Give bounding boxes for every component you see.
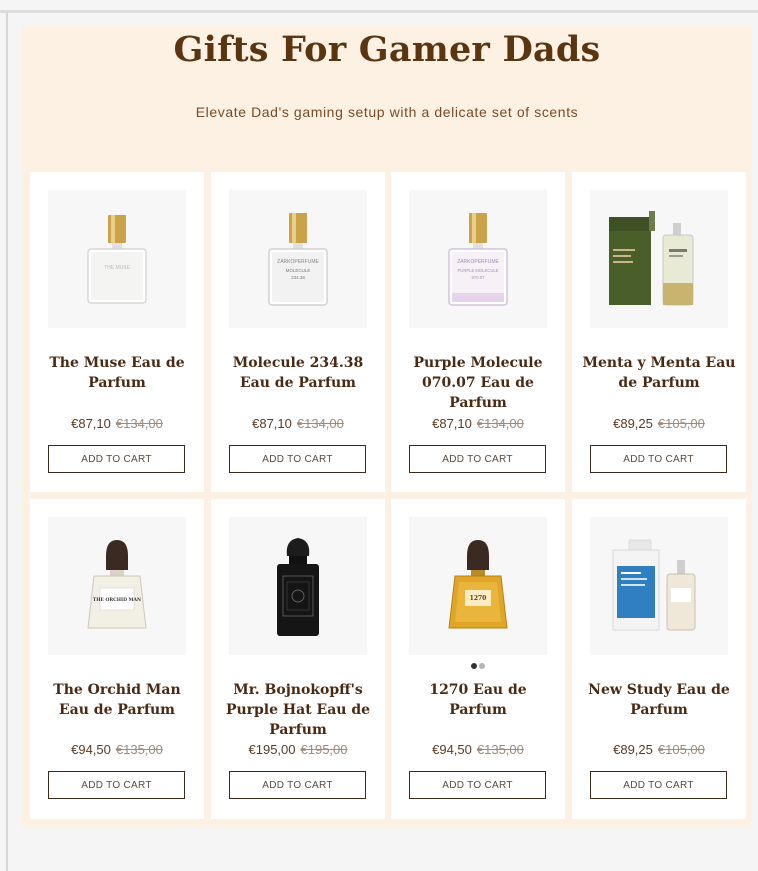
add-to-cart-button[interactable]: ADD TO CART xyxy=(409,771,546,799)
sale-price: €87,10 xyxy=(252,416,292,431)
price-row: €94,50 €135,00 xyxy=(391,742,565,757)
price-row: €89,25 €105,00 xyxy=(572,742,746,757)
original-price: €134,00 xyxy=(296,416,344,431)
green-box-and-bottle-icon xyxy=(609,211,694,306)
price-row: €94,50 €135,00 xyxy=(30,742,204,757)
sale-price: €87,10 xyxy=(432,416,472,431)
sale-price: €195,00 xyxy=(248,742,296,757)
image-carousel-dots xyxy=(453,656,503,674)
product-image[interactable]: ZARKOPERFUME MOLÉCULE 234.38 xyxy=(229,190,367,328)
product-card[interactable]: ZARKOPERFUME PURPLE MOLECULE 070.07 Purp… xyxy=(391,172,565,492)
price-row: €87,10 €134,00 xyxy=(211,416,385,431)
original-price: €135,00 xyxy=(115,742,163,757)
sale-price: €89,25 xyxy=(613,742,653,757)
product-name[interactable]: Menta y Menta Eau de Parfum xyxy=(580,353,738,393)
product-image[interactable] xyxy=(590,517,728,655)
add-to-cart-button[interactable]: ADD TO CART xyxy=(229,771,366,799)
amber-bottle-black-cap-icon: 1270 xyxy=(448,540,508,629)
add-to-cart-button[interactable]: ADD TO CART xyxy=(48,771,185,799)
svg-text:1270: 1270 xyxy=(470,595,487,602)
price-row: €89,25 €105,00 xyxy=(572,416,746,431)
svg-text:070.07: 070.07 xyxy=(472,275,485,280)
product-name[interactable]: Mr. Bojnokopff's Purple Hat Eau de Parfu… xyxy=(219,680,377,740)
product-image[interactable]: THE ORCHID MAN xyxy=(48,517,186,655)
product-name[interactable]: Molecule 234.38 Eau de Parfum xyxy=(219,353,377,393)
sale-price: €94,50 xyxy=(71,742,111,757)
svg-text:MOLÉCULE: MOLÉCULE xyxy=(286,267,311,273)
original-price: €134,00 xyxy=(115,416,163,431)
sale-price: €87,10 xyxy=(71,416,111,431)
product-card[interactable]: THE MUSE The Muse Eau de Parfum €87,10 €1… xyxy=(30,172,204,492)
svg-text:ZARKOPERFUME: ZARKOPERFUME xyxy=(457,259,499,265)
add-to-cart-button[interactable]: ADD TO CART xyxy=(229,445,366,473)
product-name[interactable]: The Muse Eau de Parfum xyxy=(38,353,196,393)
product-card[interactable]: Menta y Menta Eau de Parfum €89,25 €105,0… xyxy=(572,172,746,492)
svg-text:THE ORCHID MAN: THE ORCHID MAN xyxy=(93,597,141,603)
lilac-perfume-bottle-icon: ZARKOPERFUME PURPLE MOLECULE 070.07 xyxy=(448,213,508,306)
clear-bottle-black-cap-icon: THE ORCHID MAN xyxy=(87,540,147,629)
svg-text:PURPLE MOLECULE: PURPLE MOLECULE xyxy=(458,268,499,273)
original-price: €135,00 xyxy=(476,742,524,757)
clear-perfume-bottle-icon: THE MUSE xyxy=(87,215,147,304)
gift-collection-section: Gifts For Gamer Dads Elevate Dad's gamin… xyxy=(22,25,752,827)
carousel-dot-active[interactable] xyxy=(471,663,477,669)
product-image[interactable] xyxy=(229,517,367,655)
product-image[interactable]: ZARKOPERFUME PURPLE MOLECULE 070.07 xyxy=(409,190,547,328)
price-row: €87,10 €134,00 xyxy=(30,416,204,431)
price-row: €195,00 €195,00 xyxy=(211,742,385,757)
product-card[interactable]: 1270 1270 Eau de Parfum €94,50 €135,00 AD… xyxy=(391,499,565,819)
svg-text:ZARKOPERFUME: ZARKOPERFUME xyxy=(277,259,319,265)
clear-perfume-bottle-icon: ZARKOPERFUME MOLÉCULE 234.38 xyxy=(268,213,328,306)
page-title: Gifts For Gamer Dads xyxy=(173,29,601,70)
add-to-cart-button[interactable]: ADD TO CART xyxy=(590,771,727,799)
sale-price: €94,50 xyxy=(432,742,472,757)
carousel-dot[interactable] xyxy=(479,663,485,669)
original-price: €134,00 xyxy=(476,416,524,431)
top-divider xyxy=(0,10,758,13)
svg-text:THE MUSE: THE MUSE xyxy=(104,265,131,271)
product-card[interactable]: New Study Eau de Parfum €89,25 €105,00 AD… xyxy=(572,499,746,819)
product-image[interactable]: THE MUSE xyxy=(48,190,186,328)
product-name[interactable]: 1270 Eau de Parfum xyxy=(399,680,557,720)
blue-box-and-bottle-icon xyxy=(612,539,696,631)
product-card[interactable]: Mr. Bojnokopff's Purple Hat Eau de Parfu… xyxy=(211,499,385,819)
sale-price: €89,25 xyxy=(613,416,653,431)
add-to-cart-button[interactable]: ADD TO CART xyxy=(409,445,546,473)
black-ornate-bottle-icon xyxy=(277,538,319,636)
original-price: €195,00 xyxy=(300,742,348,757)
original-price: €105,00 xyxy=(657,416,705,431)
svg-text:234.38: 234.38 xyxy=(291,275,305,280)
product-card[interactable]: ZARKOPERFUME MOLÉCULE 234.38 Molecule 23… xyxy=(211,172,385,492)
left-divider xyxy=(6,13,8,871)
product-card[interactable]: THE ORCHID MAN The Orchid Man Eau de Par… xyxy=(30,499,204,819)
page-subtitle: Elevate Dad's gaming setup with a delica… xyxy=(195,104,579,120)
product-image[interactable] xyxy=(590,190,728,328)
add-to-cart-button[interactable]: ADD TO CART xyxy=(590,445,727,473)
price-row: €87,10 €134,00 xyxy=(391,416,565,431)
product-name[interactable]: New Study Eau de Parfum xyxy=(580,680,738,720)
product-image[interactable]: 1270 xyxy=(409,517,547,655)
product-name[interactable]: The Orchid Man Eau de Parfum xyxy=(38,680,196,720)
product-name[interactable]: Purple Molecule 070.07 Eau de Parfum xyxy=(399,353,557,413)
add-to-cart-button[interactable]: ADD TO CART xyxy=(48,445,185,473)
original-price: €105,00 xyxy=(657,742,705,757)
